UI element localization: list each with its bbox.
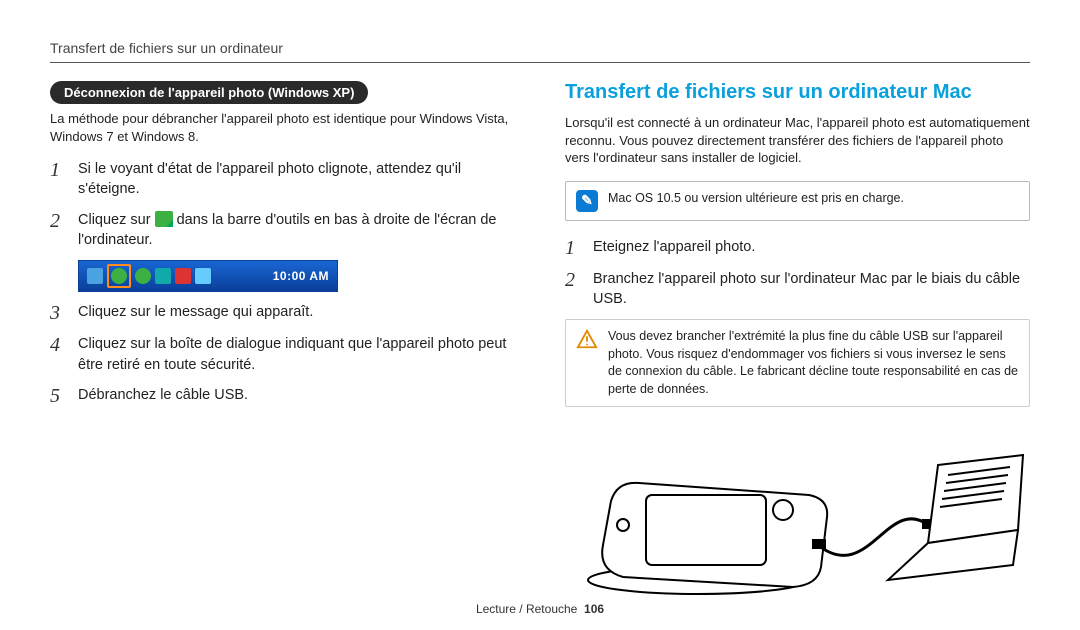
step-3: 3 Cliquez sur le message qui apparaît.	[50, 302, 515, 324]
step-text: Eteignez l'appareil photo.	[593, 237, 1030, 257]
step-text: Cliquez sur la boîte de dialogue indiqua…	[78, 334, 515, 375]
step-text: Débranchez le câble USB.	[78, 385, 515, 405]
step-number: 5	[50, 385, 66, 407]
windows-system-tray-screenshot: 10:00 AM	[78, 260, 338, 292]
heading-mac-transfer: Transfert de fichiers sur un ordinateur …	[565, 81, 1030, 104]
right-steps-list: 1 Eteignez l'appareil photo. 2 Branchez …	[565, 237, 1030, 310]
tray-highlight-box	[107, 264, 131, 288]
left-column: Déconnexion de l'appareil photo (Windows…	[50, 81, 515, 605]
tray-shield-icon	[175, 268, 191, 284]
footer-page-number: 106	[584, 602, 604, 616]
tray-network-icon	[155, 268, 171, 284]
step-1: 1 Eteignez l'appareil photo.	[565, 237, 1030, 259]
footer-section: Lecture / Retouche	[476, 602, 577, 616]
safely-remove-hardware-icon	[155, 211, 173, 227]
step-number: 4	[50, 334, 66, 356]
camera-to-laptop-illustration	[565, 425, 1030, 605]
step-4: 4 Cliquez sur la boîte de dialogue indiq…	[50, 334, 515, 375]
step-2: 2 Cliquez sur dans la barre d'outils en …	[50, 210, 515, 251]
note-text: Mac OS 10.5 ou version ultérieure est pr…	[608, 190, 904, 208]
step-number: 2	[50, 210, 66, 232]
tray-clock: 10:00 AM	[273, 269, 329, 283]
left-steps-list-cont: 3 Cliquez sur le message qui apparaît. 4…	[50, 302, 515, 407]
tray-generic-icon	[135, 268, 151, 284]
page-footer: Lecture / Retouche 106	[0, 602, 1080, 616]
two-column-layout: Déconnexion de l'appareil photo (Windows…	[50, 81, 1030, 605]
step-number: 1	[50, 159, 66, 181]
step-number: 2	[565, 269, 581, 291]
tray-volume-icon	[195, 268, 211, 284]
warning-triangle-icon	[576, 328, 598, 350]
section-pill-disconnect-xp: Déconnexion de l'appareil photo (Windows…	[50, 81, 368, 104]
page: Transfert de fichiers sur un ordinateur …	[0, 0, 1080, 630]
step-2: 2 Branchez l'appareil photo sur l'ordina…	[565, 269, 1030, 310]
step-5: 5 Débranchez le câble USB.	[50, 385, 515, 407]
note-box-macos: ✎ Mac OS 10.5 ou version ultérieure est …	[565, 181, 1030, 221]
running-head: Transfert de fichiers sur un ordinateur	[50, 40, 1030, 63]
left-intro-text: La méthode pour débrancher l'appareil ph…	[50, 110, 515, 145]
right-intro-text: Lorsqu'il est connecté à un ordinateur M…	[565, 114, 1030, 167]
tray-msn-icon	[87, 268, 103, 284]
tray-safely-remove-icon	[111, 268, 127, 284]
step-text: Cliquez sur le message qui apparaît.	[78, 302, 515, 322]
step-number: 1	[565, 237, 581, 259]
warning-text: Vous devez brancher l'extrémité la plus …	[608, 328, 1019, 398]
note-info-icon: ✎	[576, 190, 598, 212]
step-number: 3	[50, 302, 66, 324]
left-steps-list: 1 Si le voyant d'état de l'appareil phot…	[50, 159, 515, 250]
step-text: Si le voyant d'état de l'appareil photo …	[78, 159, 515, 200]
step-text: Branchez l'appareil photo sur l'ordinate…	[593, 269, 1030, 310]
right-column: Transfert de fichiers sur un ordinateur …	[565, 81, 1030, 605]
step-2-text-a: Cliquez sur	[78, 212, 155, 228]
step-1: 1 Si le voyant d'état de l'appareil phot…	[50, 159, 515, 200]
warning-box-usb: Vous devez brancher l'extrémité la plus …	[565, 319, 1030, 407]
step-text: Cliquez sur dans la barre d'outils en ba…	[78, 210, 515, 251]
